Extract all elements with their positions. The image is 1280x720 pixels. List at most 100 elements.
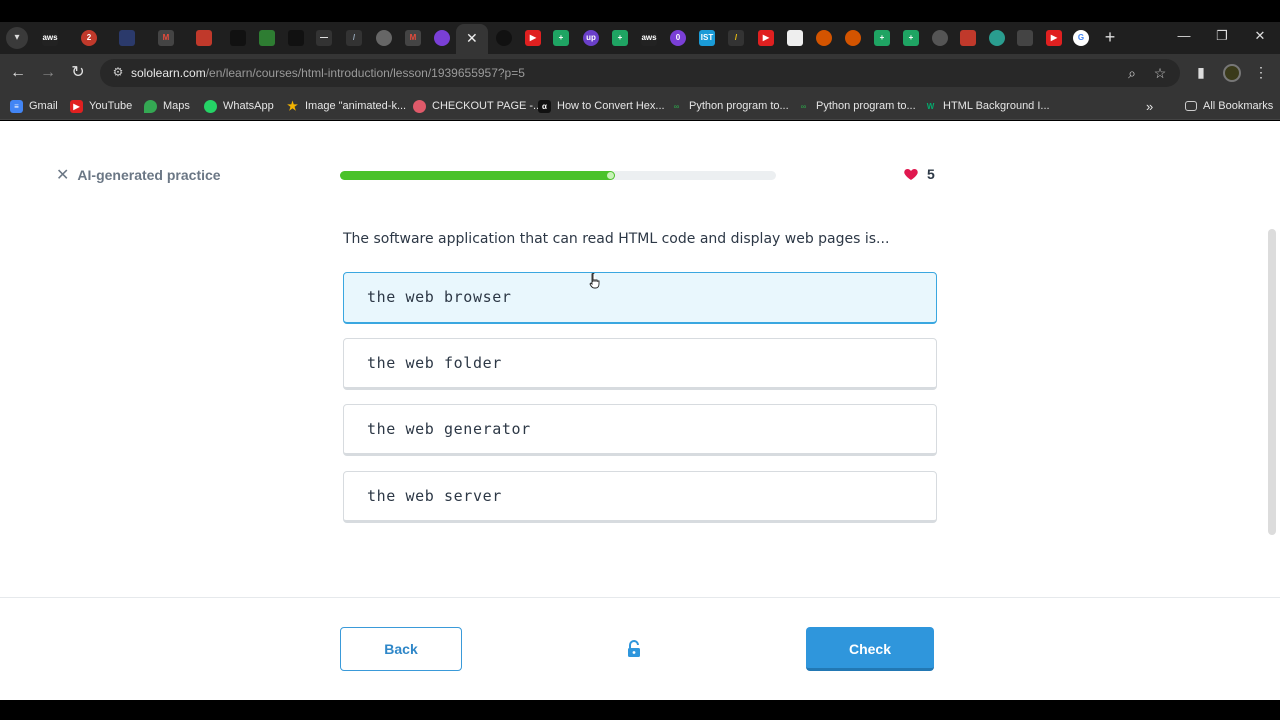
question-text: The software application that can read H… bbox=[343, 231, 890, 247]
answer-option-text: the web browser bbox=[367, 288, 512, 306]
progress-marker bbox=[607, 172, 614, 179]
lives-count: 5 bbox=[927, 166, 935, 182]
browser-window: ▾ aws 2 M — / M ✕ ▶ + up + aws 0 IST / ▶… bbox=[0, 0, 1280, 720]
w3schools-icon: W bbox=[926, 101, 935, 111]
gfg-icon: ∞ bbox=[800, 101, 807, 111]
hand-cursor-icon bbox=[589, 273, 600, 289]
lesson-progress-bar bbox=[340, 171, 776, 180]
answer-option-text: the web folder bbox=[367, 354, 502, 372]
tab-icon[interactable]: — bbox=[316, 30, 332, 46]
tab-icon[interactable] bbox=[1017, 30, 1033, 46]
close-icon[interactable]: ✕ bbox=[56, 165, 69, 185]
menu-icon[interactable]: ⋮ bbox=[1252, 64, 1270, 81]
aws-tab-icon[interactable]: aws bbox=[42, 30, 58, 46]
globe-tab-icon[interactable] bbox=[932, 30, 948, 46]
tab-icon[interactable] bbox=[496, 30, 512, 46]
tab-icon[interactable] bbox=[119, 30, 135, 46]
profile-avatar[interactable] bbox=[1223, 64, 1241, 82]
bookmark-hex[interactable]: α How to Convert Hex... bbox=[538, 98, 665, 114]
youtube-tab-icon[interactable]: ▶ bbox=[525, 30, 541, 46]
sheets-tab-icon[interactable]: + bbox=[553, 30, 569, 46]
answer-option-text: the web generator bbox=[367, 420, 531, 438]
practice-title: AI-generated practice bbox=[77, 167, 221, 183]
zoom-icon[interactable]: ⌕ bbox=[1123, 65, 1141, 82]
tab-icon[interactable]: up bbox=[583, 30, 599, 46]
restore-icon[interactable]: ❐ bbox=[1212, 28, 1232, 44]
tab-icon[interactable] bbox=[288, 30, 304, 46]
tab-icon[interactable]: / bbox=[728, 30, 744, 46]
answer-option[interactable]: the web server bbox=[343, 471, 937, 523]
address-bar[interactable]: ⚙ sololearn.com/en/learn/courses/html-in… bbox=[100, 59, 1180, 87]
progress-fill bbox=[340, 171, 615, 180]
bookmark-star-icon[interactable]: ☆ bbox=[1151, 65, 1169, 82]
tab-icon[interactable] bbox=[434, 30, 450, 46]
bookmark-image[interactable]: ★ Image "animated-k... bbox=[286, 98, 406, 114]
tab-icon[interactable]: IST bbox=[699, 30, 715, 46]
back-arrow-icon[interactable]: ← bbox=[8, 63, 28, 83]
bookmark-python-1[interactable]: ∞ Python program to... bbox=[670, 98, 789, 114]
side-panel-icon[interactable]: ▮ bbox=[1192, 64, 1210, 81]
tab-icon[interactable] bbox=[960, 30, 976, 46]
youtube-tab-icon[interactable]: ▶ bbox=[758, 30, 774, 46]
unlock-icon[interactable] bbox=[626, 640, 642, 658]
star-icon: ★ bbox=[287, 98, 298, 113]
bookmark-youtube[interactable]: ▶ YouTube bbox=[70, 98, 132, 114]
sheets-tab-icon[interactable]: + bbox=[874, 30, 890, 46]
minimize-icon[interactable]: — bbox=[1174, 28, 1194, 43]
sheets-tab-icon[interactable]: + bbox=[612, 30, 628, 46]
page-scrollbar[interactable] bbox=[1268, 229, 1276, 535]
bookmark-checkout[interactable]: CHECKOUT PAGE -... bbox=[413, 98, 542, 114]
whatsapp-icon bbox=[204, 99, 217, 113]
alpha-icon: α bbox=[538, 99, 551, 113]
browser-toolbar: ← → ↻ ⚙ sololearn.com/en/learn/courses/h… bbox=[0, 54, 1280, 92]
docs-icon: ≡ bbox=[10, 99, 23, 113]
tab-icon[interactable] bbox=[230, 30, 246, 46]
tab-icon[interactable] bbox=[989, 30, 1005, 46]
answer-option[interactable]: the web folder bbox=[343, 338, 937, 390]
lives-counter: 5 bbox=[903, 166, 935, 182]
youtube-icon: ▶ bbox=[70, 99, 83, 113]
tab-icon[interactable] bbox=[376, 30, 392, 46]
maps-icon bbox=[144, 99, 157, 113]
more-bookmarks-icon[interactable]: » bbox=[1146, 98, 1153, 114]
reload-icon[interactable]: ↻ bbox=[68, 63, 88, 83]
gfg-icon: ∞ bbox=[673, 101, 680, 111]
close-window-icon[interactable]: ✕ bbox=[1250, 28, 1270, 44]
checkout-icon bbox=[413, 99, 426, 113]
tab-icon[interactable] bbox=[787, 30, 803, 46]
heart-icon bbox=[904, 169, 918, 180]
new-tab-icon[interactable]: + bbox=[1100, 27, 1120, 48]
forward-arrow-icon[interactable]: → bbox=[38, 63, 58, 83]
google-tab-icon[interactable]: G bbox=[1073, 30, 1089, 46]
gmail-tab-icon[interactable]: M bbox=[405, 30, 421, 46]
tab-icon[interactable]: 2 bbox=[81, 30, 97, 46]
active-tab[interactable]: ✕ bbox=[456, 24, 488, 54]
aws-tab-icon[interactable]: aws bbox=[641, 30, 657, 46]
bookmark-maps[interactable]: Maps bbox=[144, 98, 190, 114]
check-button[interactable]: Check bbox=[806, 627, 934, 671]
close-practice-button[interactable]: ✕ AI-generated practice bbox=[56, 165, 221, 185]
tab-icon[interactable]: / bbox=[346, 30, 362, 46]
tab-search-button[interactable]: ▾ bbox=[6, 27, 28, 49]
footer-divider bbox=[0, 597, 1280, 598]
bookmark-gmail[interactable]: ≡ Gmail bbox=[10, 98, 58, 114]
bookmark-html-bg[interactable]: W HTML Background I... bbox=[924, 98, 1050, 114]
tab-icon[interactable] bbox=[816, 30, 832, 46]
drive-tab-icon[interactable] bbox=[259, 30, 275, 46]
tab-icon[interactable] bbox=[196, 30, 212, 46]
answer-option[interactable]: the web generator bbox=[343, 404, 937, 456]
tab-icon[interactable]: 0 bbox=[670, 30, 686, 46]
gmail-tab-icon[interactable]: M bbox=[158, 30, 174, 46]
url-text[interactable]: sololearn.com/en/learn/courses/html-intr… bbox=[131, 66, 525, 80]
bookmark-whatsapp[interactable]: WhatsApp bbox=[204, 98, 274, 114]
folder-icon bbox=[1185, 101, 1197, 111]
tab-icon[interactable] bbox=[845, 30, 861, 46]
all-bookmarks[interactable]: All Bookmarks bbox=[1185, 98, 1273, 114]
back-button[interactable]: Back bbox=[340, 627, 462, 671]
sheets-tab-icon[interactable]: + bbox=[903, 30, 919, 46]
close-tab-icon[interactable]: ✕ bbox=[466, 30, 478, 47]
youtube-tab-icon[interactable]: ▶ bbox=[1046, 30, 1062, 46]
site-info-icon[interactable]: ⚙ bbox=[110, 65, 126, 81]
answer-option[interactable]: the web browser bbox=[343, 272, 937, 324]
bookmark-python-2[interactable]: ∞ Python program to... bbox=[797, 98, 916, 114]
